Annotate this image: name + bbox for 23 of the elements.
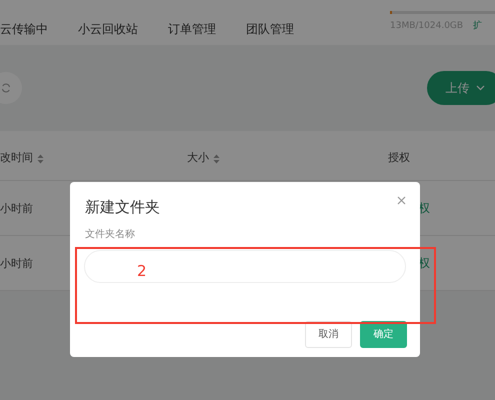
nav-tab[interactable]: 小云回收站 [78, 20, 138, 38]
column-header[interactable]: 大小 [187, 151, 209, 164]
caret-icon [476, 85, 484, 91]
folder-name-field[interactable] [84, 250, 406, 282]
sort-icon[interactable] [37, 154, 44, 164]
close-icon [397, 196, 406, 205]
nav-tab[interactable]: 订单管理 [168, 20, 216, 38]
dialog-title: 新建文件夹 [85, 197, 160, 218]
close-button[interactable] [397, 196, 406, 205]
table-cell: 小时前 [0, 256, 33, 270]
annotation-number: 2 [137, 264, 147, 279]
nav-tab[interactable]: 团队管理 [246, 20, 294, 38]
upload-button[interactable]: 上传 [427, 71, 495, 105]
column-header[interactable]: 改时间 [0, 151, 33, 164]
field-label: 文件夹名称 [85, 228, 135, 242]
expand-link[interactable]: 扩 [473, 20, 482, 34]
table-cell: 小时前 [0, 202, 33, 215]
column-header: 授权 [388, 151, 410, 164]
refresh-icon [1, 83, 11, 93]
nav-tab[interactable]: 云传输中 [0, 20, 48, 38]
sort-icon[interactable] [213, 154, 220, 164]
confirm-button[interactable]: 确定 [360, 321, 407, 348]
cancel-button[interactable]: 取消 [305, 321, 352, 348]
